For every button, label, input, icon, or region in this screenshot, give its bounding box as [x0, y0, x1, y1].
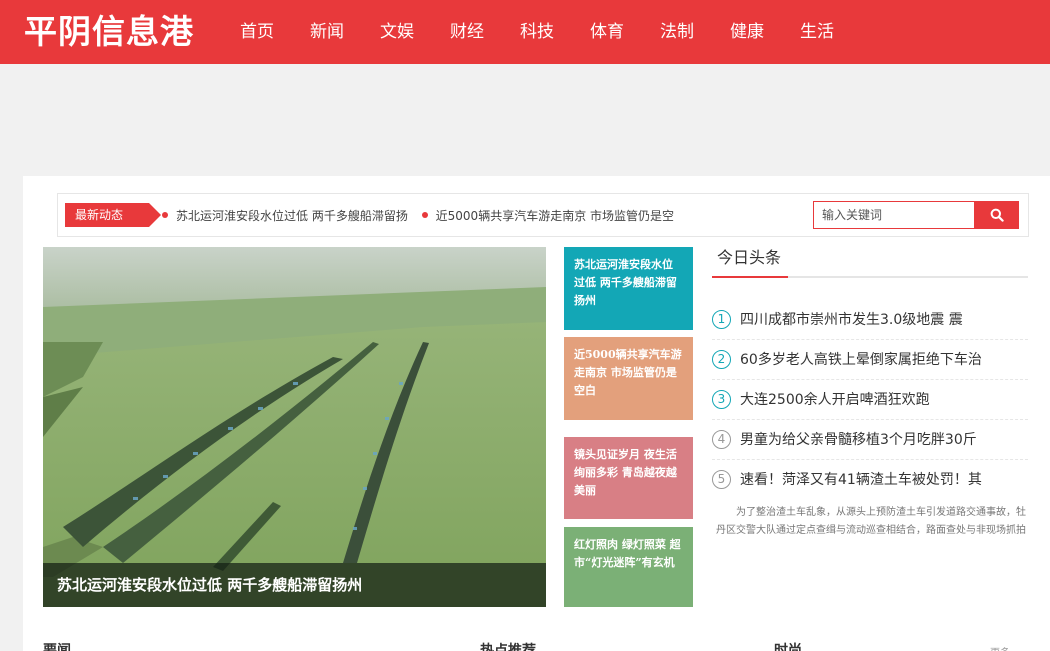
section-title-news: 要闻: [43, 643, 71, 651]
headline-text: 四川成都市崇州市发生3.0级地震 震: [740, 312, 963, 328]
hero-image: [43, 247, 546, 607]
feature-tile[interactable]: 镜头见证岁月 夜生活绚丽多彩 青岛越夜越美丽: [564, 437, 693, 519]
ticker-label: 最新动态: [65, 203, 161, 227]
headline-item[interactable]: 1 四川成都市崇州市发生3.0级地震 震: [712, 300, 1028, 340]
main-nav: 首页 新闻 文娱 财经 科技 体育 法制 健康 生活: [240, 20, 870, 44]
headline-text: 速看！菏泽又有41辆渣土车被处罚！其: [740, 472, 982, 488]
news-ticker: 最新动态 苏北运河淮安段水位过低 两千多艘船滞留扬 近5000辆共享汽车游走南京…: [57, 193, 1029, 237]
rank-badge: 3: [712, 390, 731, 409]
feature-tile[interactable]: 近5000辆共享汽车游走南京 市场监管仍是空白: [564, 337, 693, 420]
headline-text: 60多岁老人高铁上晕倒家属拒绝下车治: [740, 352, 982, 368]
nav-item-sports[interactable]: 体育: [590, 20, 624, 44]
ticker-item[interactable]: 近5000辆共享汽车游走南京 市场监管仍是空: [436, 209, 674, 223]
nav-item-finance[interactable]: 财经: [450, 20, 484, 44]
headline-text: 男童为给父亲骨髓移植3个月吃胖30斤: [740, 432, 977, 448]
headlines-title: 今日头条: [717, 248, 782, 267]
headline-summary: 为了整治渣土车乱象，从源头上预防渣土车引发道路交通事故，牡丹区交警大队通过定点查…: [716, 507, 1026, 536]
section-title-hot: 热点推荐: [480, 643, 536, 651]
nav-item-home[interactable]: 首页: [240, 20, 274, 44]
headline-item[interactable]: 3 大连2500余人开启啤酒狂欢跑: [712, 380, 1028, 420]
headline-item[interactable]: 4 男童为给父亲骨髓移植3个月吃胖30斤: [712, 420, 1028, 460]
ticker-item[interactable]: 苏北运河淮安段水位过低 两千多艘船滞留扬: [176, 209, 408, 223]
nav-item-news[interactable]: 新闻: [310, 20, 344, 44]
headline-item[interactable]: 5 速看！菏泽又有41辆渣土车被处罚！其: [712, 460, 1028, 500]
more-link[interactable]: 更多: [990, 644, 1010, 651]
headlines-divider: [712, 276, 1028, 278]
headlines-section: 今日头条 1 四川成都市崇州市发生3.0级地震 震 2 60多岁老人高铁上晕倒家属拒…: [712, 246, 1028, 540]
bullet-icon: [421, 212, 428, 218]
nav-item-entertainment[interactable]: 文娱: [380, 20, 414, 44]
bullet-icon: [162, 212, 168, 218]
rank-badge: 1: [712, 310, 731, 329]
site-logo[interactable]: 平阴信息港: [24, 12, 194, 52]
hero-caption: 苏北运河淮安段水位过低 两千多艘船滞留扬州: [43, 563, 546, 607]
top-header: 平阴信息港 首页 新闻 文娱 财经 科技 体育 法制 健康 生活: [0, 0, 1050, 64]
search-button[interactable]: [975, 201, 1019, 229]
headline-list: 1 四川成都市崇州市发生3.0级地震 震 2 60多岁老人高铁上晕倒家属拒绝下车治 …: [712, 300, 1028, 500]
search-input[interactable]: [813, 201, 975, 229]
nav-item-law[interactable]: 法制: [660, 20, 694, 44]
feature-tile[interactable]: 苏北运河淮安段水位过低 两千多艘船滞留扬州: [564, 247, 693, 330]
rank-badge: 2: [712, 350, 731, 369]
search-icon: [990, 208, 1004, 222]
headline-text: 大连2500余人开启啤酒狂欢跑: [740, 392, 930, 408]
nav-item-tech[interactable]: 科技: [520, 20, 554, 44]
nav-item-life[interactable]: 生活: [800, 20, 834, 44]
headline-item[interactable]: 2 60多岁老人高铁上晕倒家属拒绝下车治: [712, 340, 1028, 380]
feature-tile[interactable]: 红灯照肉 绿灯照菜 超市“灯光迷阵”有玄机: [564, 527, 693, 607]
hero-slide[interactable]: 苏北运河淮安段水位过低 两千多艘船滞留扬州: [43, 247, 546, 607]
ticker-items: 苏北运河淮安段水位过低 两千多艘船滞留扬 近5000辆共享汽车游走南京 市场监管…: [162, 206, 742, 226]
rank-badge: 4: [712, 430, 731, 449]
content-panel: 最新动态 苏北运河淮安段水位过低 两千多艘船滞留扬 近5000辆共享汽车游走南京…: [23, 176, 1050, 651]
section-title-fashion: 时尚: [774, 643, 802, 651]
rank-badge: 5: [712, 470, 731, 489]
nav-item-health[interactable]: 健康: [730, 20, 764, 44]
